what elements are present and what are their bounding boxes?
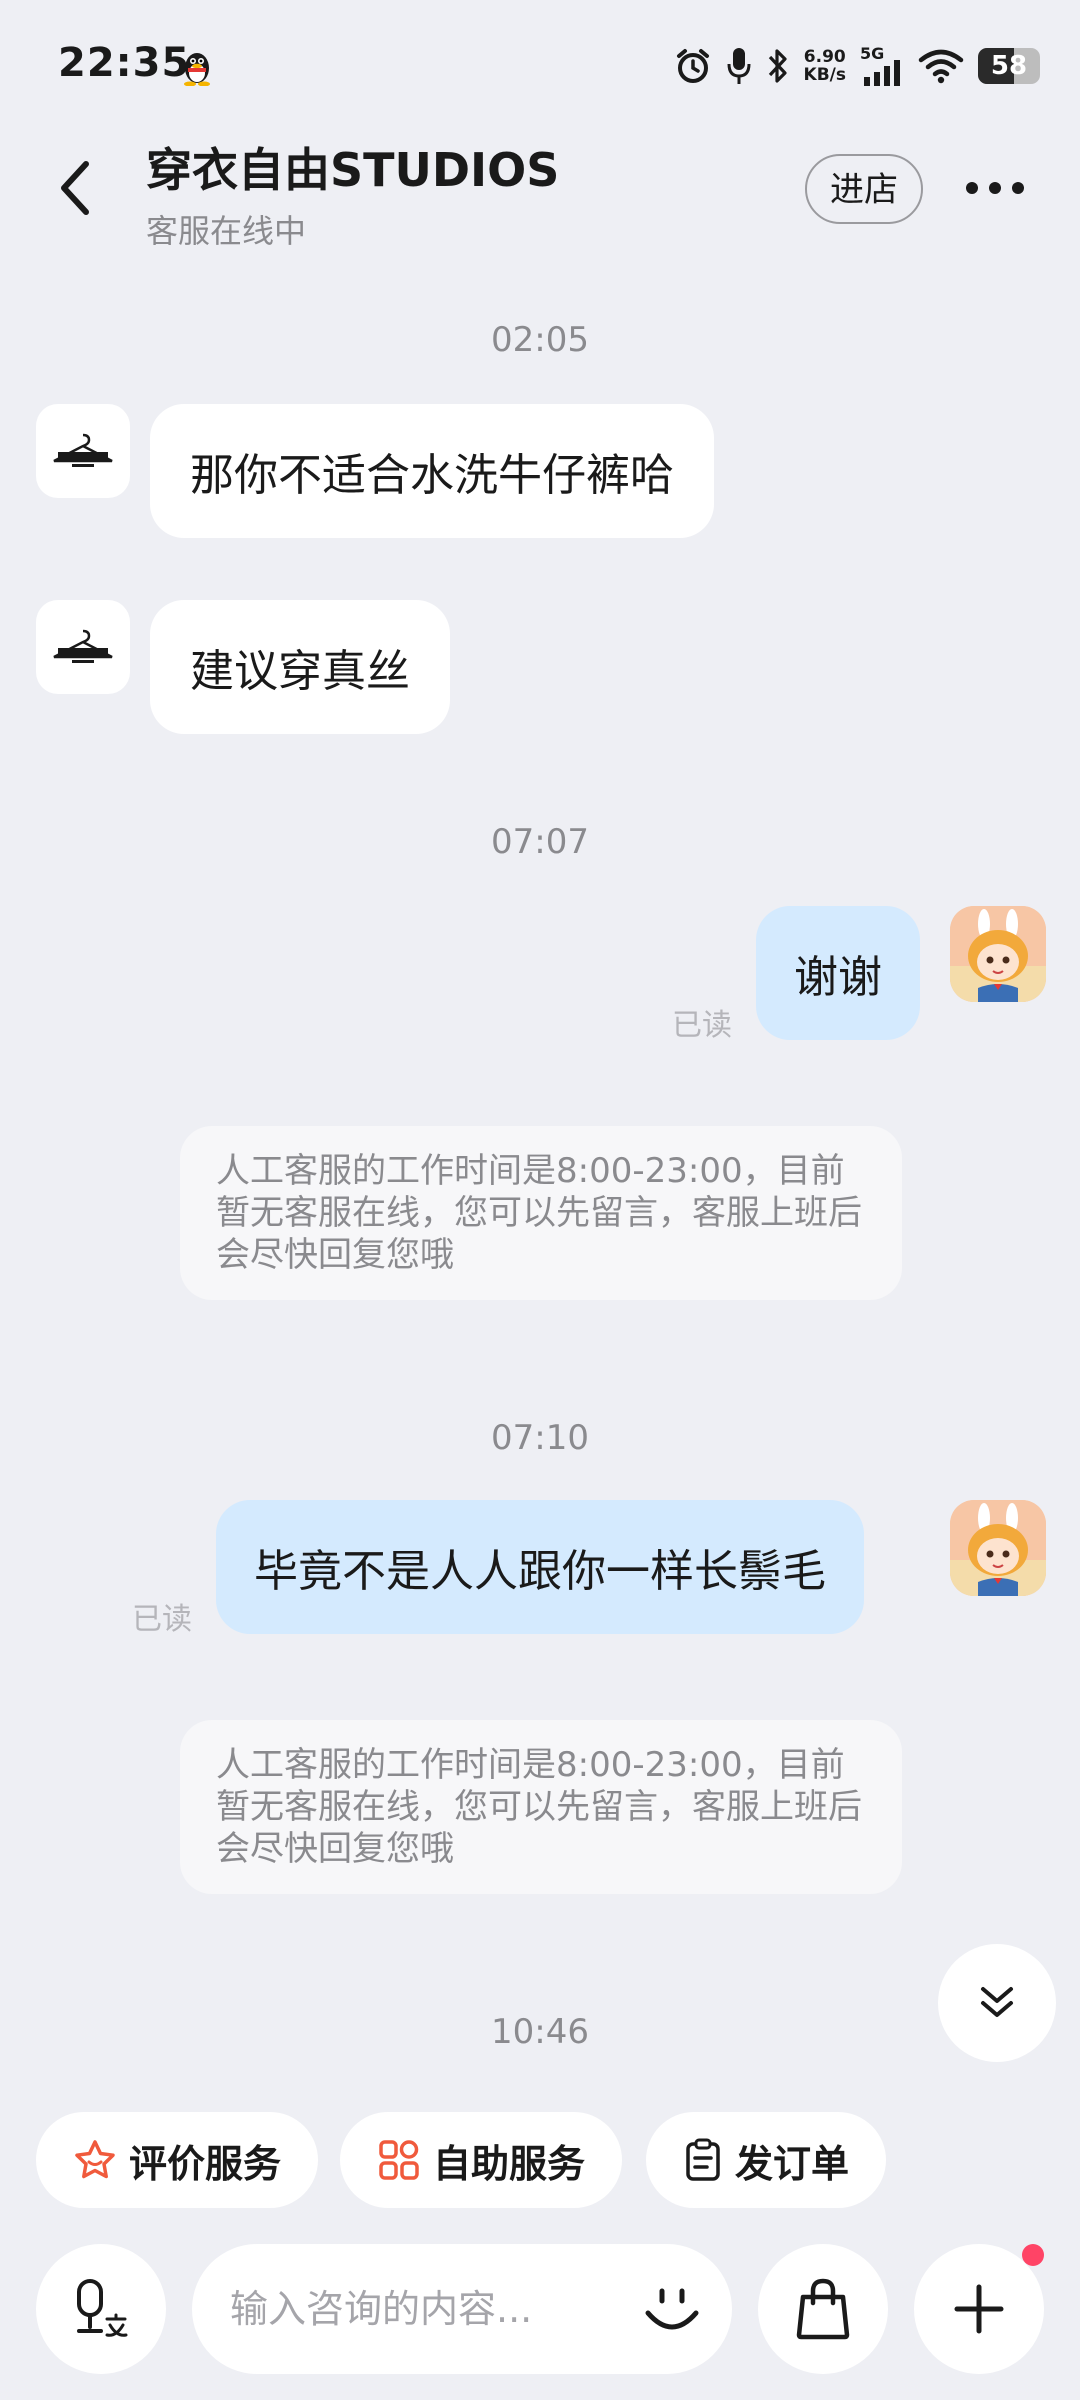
voice-to-text-button[interactable] (36, 2244, 166, 2374)
emoji-button[interactable] (640, 2277, 704, 2345)
chevron-left-icon (61, 161, 89, 215)
rate-service-label: 评价服务 (128, 2141, 281, 2186)
system-notice: 人工客服的工作时间是8:00-23:00，目前暂无客服在线，您可以先留言，客服上… (180, 1720, 902, 1894)
shopping-bag-button[interactable] (758, 2244, 888, 2374)
smiley-icon (645, 2288, 699, 2330)
net-speed-value: 6.90 (803, 47, 846, 67)
clipboard-icon (686, 2138, 720, 2181)
double-chevron-down-icon (981, 1987, 1013, 2017)
message-timestamp: 07:10 (491, 1418, 589, 1458)
enter-store-button[interactable]: 进店 (805, 154, 923, 224)
scroll-to-bottom-button[interactable] (938, 1944, 1056, 2062)
voice-translate-icon (77, 2279, 128, 2337)
rate-service-button[interactable]: 评价服务 (36, 2112, 318, 2208)
net-speed: 6.90 KB/s (804, 48, 846, 84)
send-order-button[interactable]: 发订单 (646, 2112, 886, 2208)
system-notice: 人工客服的工作时间是8:00-23:00，目前暂无客服在线，您可以先留言，客服上… (180, 1126, 902, 1300)
net-speed-unit: KB/s (803, 65, 846, 85)
outgoing-message[interactable]: 谢谢 (756, 906, 920, 1040)
more-options-button[interactable] (960, 168, 1030, 208)
apps-grid-icon (379, 2140, 419, 2180)
shopping-bag-icon (796, 2278, 850, 2340)
message-timestamp: 07:07 (491, 822, 589, 862)
chat-title: 穿衣自由STUDIOS (146, 143, 560, 197)
status-time: 22:35 (58, 40, 191, 86)
self-service-label: 自助服务 (432, 2141, 585, 2186)
alarm-icon (676, 49, 709, 83)
cartoon-girl-avatar-icon (950, 906, 1046, 1002)
cartoon-girl-avatar-icon (950, 1500, 1046, 1596)
battery-level: 58 (990, 51, 1028, 81)
chat-status: 客服在线中 (146, 212, 307, 250)
signal-5g-icon: 5G (860, 46, 904, 86)
microphone-icon (727, 48, 751, 84)
bluetooth-icon (768, 49, 787, 83)
self-service-button[interactable]: 自助服务 (340, 2112, 622, 2208)
plus-icon (954, 2284, 1004, 2334)
read-receipt: 已读 (132, 1602, 192, 1637)
battery-indicator: 58 (978, 48, 1040, 84)
more-functions-button[interactable] (914, 2244, 1044, 2374)
send-order-label: 发订单 (734, 2141, 849, 2186)
incoming-message[interactable]: 那你不适合水洗牛仔裤哈 (150, 404, 714, 538)
incoming-message[interactable]: 建议穿真丝 (150, 600, 450, 734)
shop-avatar[interactable] (36, 600, 130, 694)
back-button[interactable] (48, 150, 108, 230)
outgoing-message[interactable]: 毕竟不是人人跟你一样长鬃毛 (216, 1500, 864, 1634)
user-avatar[interactable] (950, 906, 1046, 1002)
message-input-box[interactable] (192, 2244, 732, 2374)
notification-dot (1022, 2244, 1044, 2266)
message-timestamp: 02:05 (491, 320, 589, 360)
more-dots-icon (966, 182, 1024, 194)
hanger-logo-icon (53, 433, 113, 467)
wifi-icon (918, 49, 964, 84)
status-icons: 6.90 KB/s 5G 58 (674, 40, 1040, 92)
hanger-logo-icon (53, 629, 113, 663)
star-icon (75, 2140, 115, 2179)
read-receipt: 已读 (672, 1008, 732, 1043)
message-input[interactable] (228, 2286, 612, 2332)
shop-avatar[interactable] (36, 404, 130, 498)
message-timestamp: 10:46 (491, 2012, 589, 2052)
qq-penguin-icon (180, 48, 214, 87)
user-avatar[interactable] (950, 1500, 1046, 1596)
